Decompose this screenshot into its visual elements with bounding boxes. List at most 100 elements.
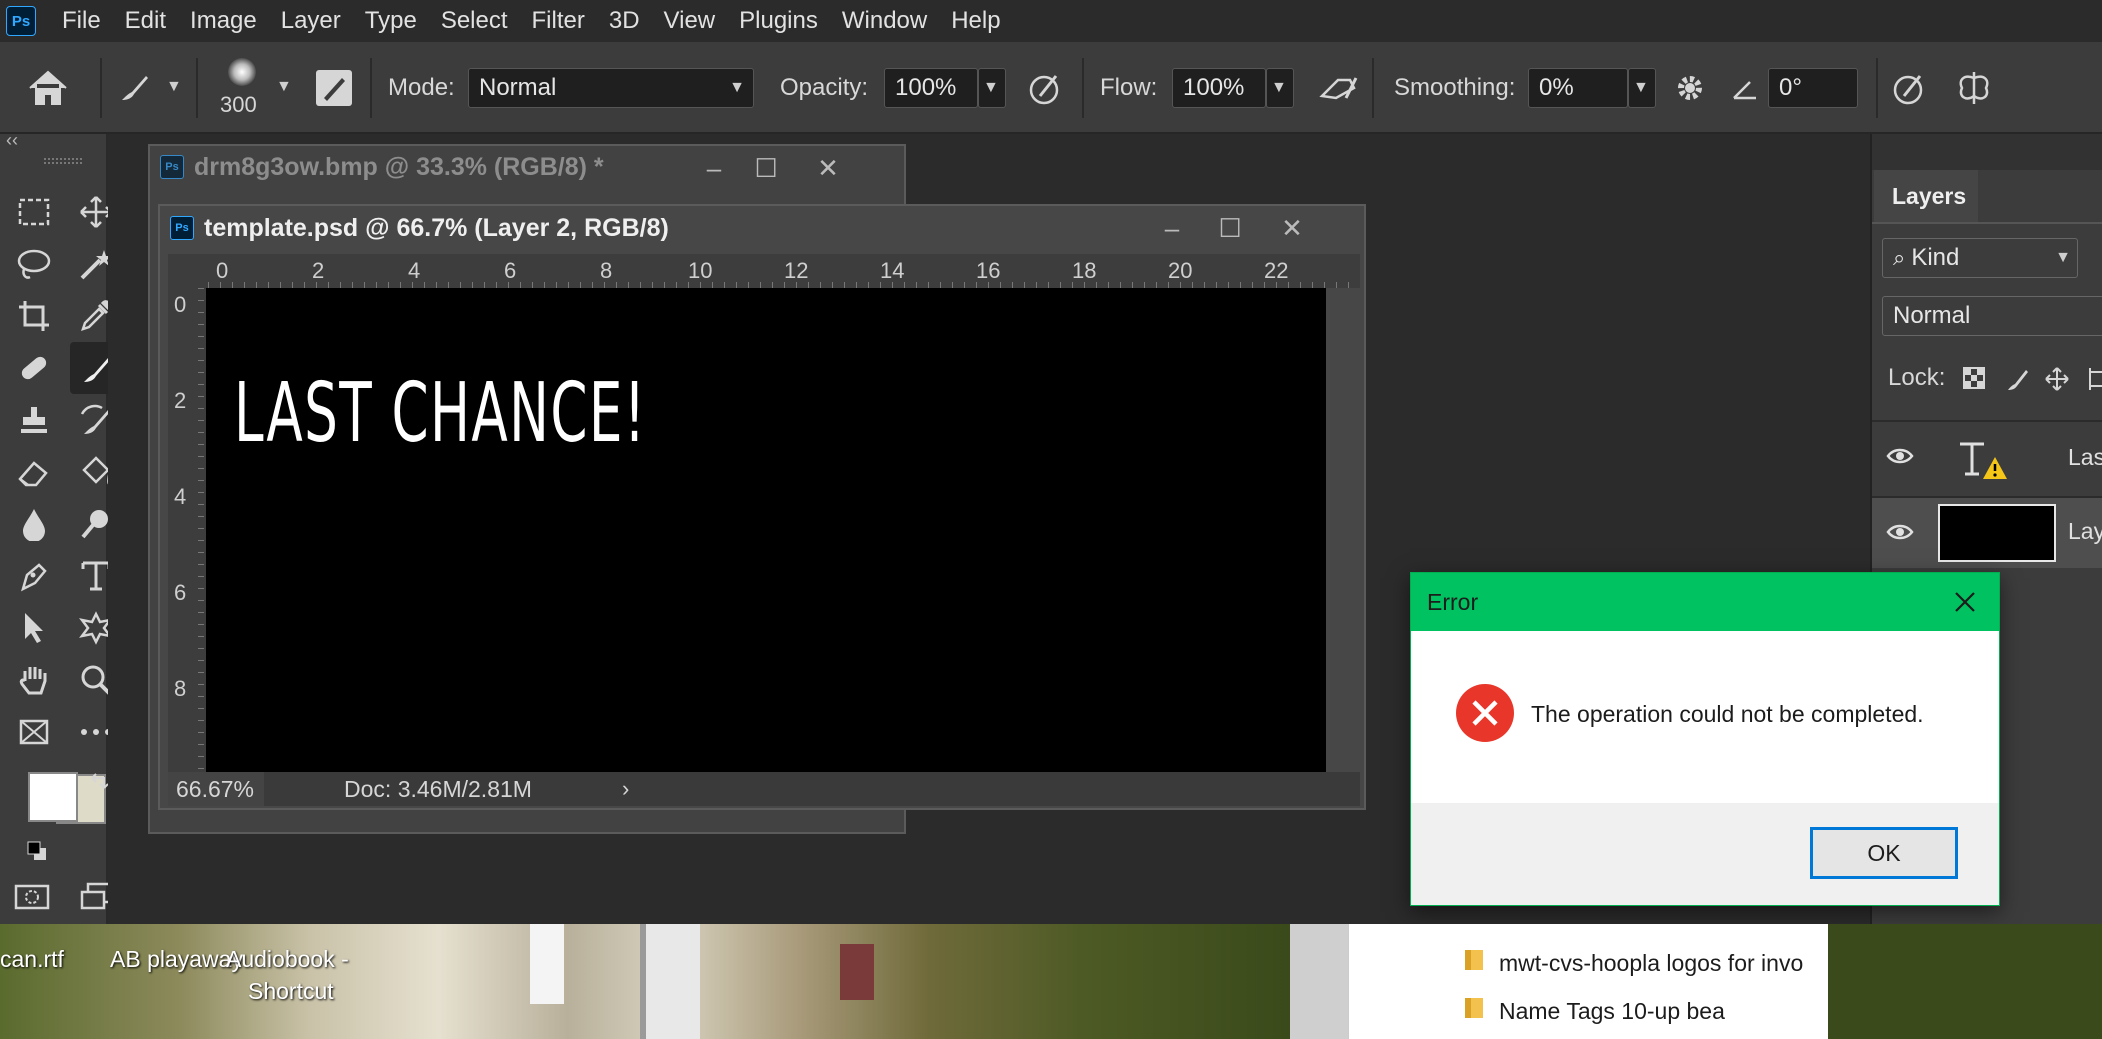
foreground-color-swatch[interactable]: [28, 772, 78, 822]
brush-settings-icon[interactable]: [316, 70, 352, 106]
menu-view[interactable]: View: [652, 7, 728, 35]
quick-mask-icon[interactable]: [14, 882, 50, 912]
desktop-wallpaper: [0, 924, 1290, 1039]
pressure-size-icon[interactable]: [1890, 68, 1930, 108]
menu-help[interactable]: Help: [939, 7, 1012, 35]
horizontal-ruler[interactable]: 0 2 4 6 8 10 12 14 16 18 20 22: [168, 254, 1360, 288]
menu-image[interactable]: Image: [178, 7, 269, 35]
eye-icon[interactable]: [1886, 446, 1914, 466]
brush-preset-icon[interactable]: [114, 68, 154, 108]
ruler-tick: 18: [1072, 258, 1097, 283]
ruler-tick: 6: [174, 580, 187, 605]
minimize-button[interactable]: –: [690, 152, 738, 184]
brush-tip-icon[interactable]: [228, 58, 256, 86]
layer-row-text[interactable]: Las: [1872, 422, 2102, 496]
menu-layer[interactable]: Layer: [269, 7, 353, 35]
layer-row-selected[interactable]: Lay: [1872, 498, 2102, 568]
opacity-dropdown[interactable]: ▼: [978, 68, 1006, 108]
lock-label: Lock:: [1888, 364, 1946, 391]
status-menu-arrow-icon[interactable]: ›: [622, 776, 629, 802]
folder-name[interactable]: Name Tags 10-up bea: [1499, 998, 1725, 1025]
folder-name[interactable]: mwt-cvs-hoopla logos for invo: [1499, 950, 1803, 977]
default-colors-icon[interactable]: [26, 840, 48, 862]
blur-tool-icon[interactable]: [12, 502, 56, 546]
eye-icon[interactable]: [1886, 522, 1914, 542]
angle-field[interactable]: 0°: [1768, 68, 1858, 108]
angle-icon: [1730, 74, 1760, 104]
crop-tool-icon[interactable]: [12, 294, 56, 338]
menu-file[interactable]: File: [50, 7, 113, 35]
ruler-tick: 8: [174, 676, 187, 701]
layer-thumbnail: [1938, 504, 2056, 562]
zoom-level[interactable]: 66.67%: [168, 772, 265, 806]
document-window-front[interactable]: Ps template.psd @ 66.7% (Layer 2, RGB/8)…: [158, 204, 1366, 810]
maximize-button[interactable]: ☐: [742, 152, 790, 184]
flow-dropdown[interactable]: ▼: [1266, 68, 1294, 108]
angle-value: 0°: [1779, 74, 1802, 101]
menu-edit[interactable]: Edit: [113, 7, 178, 35]
desktop-icon-label[interactable]: AB playaway: [110, 946, 243, 973]
home-icon[interactable]: [24, 66, 72, 110]
symmetry-icon[interactable]: [1952, 66, 1996, 110]
layer-filter-select[interactable]: ⌕ Kind ▼: [1882, 238, 2078, 278]
frame-tool-icon[interactable]: [12, 710, 56, 754]
close-button[interactable]: ✕: [804, 152, 852, 184]
desktop-icon-label[interactable]: can.rtf: [0, 946, 64, 973]
menu-select[interactable]: Select: [429, 7, 520, 35]
lock-pixels-icon[interactable]: [2004, 366, 2030, 392]
document-status-bar: 66.67% Doc: 3.46M/2.81M ›: [168, 772, 1360, 806]
maximize-button[interactable]: ☐: [1206, 212, 1254, 244]
dialog-titlebar[interactable]: Error: [1411, 573, 1999, 631]
lock-artboard-icon[interactable]: [2086, 366, 2102, 392]
wallpaper-window: [530, 924, 564, 1004]
photoshop-doc-icon: Ps: [160, 155, 184, 179]
marquee-tool-icon[interactable]: [12, 190, 56, 234]
desktop-icon-label[interactable]: Audiobook -: [226, 946, 349, 973]
wallpaper-window: [840, 944, 874, 1000]
opacity-field[interactable]: 100%: [884, 68, 978, 108]
collapse-icon[interactable]: ‹‹: [6, 130, 18, 151]
ruler-tick: 8: [600, 258, 613, 283]
warning-icon[interactable]: [1982, 456, 2008, 480]
healing-brush-tool-icon[interactable]: [12, 346, 56, 390]
ruler-tick: 22: [1264, 258, 1289, 283]
brush-size[interactable]: 300: [220, 92, 257, 118]
document-canvas[interactable]: LAST CHANCE!: [206, 288, 1326, 772]
desktop-background: can.rtf AB playaway Audiobook - Shortcut…: [0, 924, 2102, 1039]
gear-icon[interactable]: [1672, 70, 1708, 106]
flow-field[interactable]: 100%: [1172, 68, 1266, 108]
pen-tool-icon[interactable]: [12, 554, 56, 598]
lock-transparency-icon[interactable]: [1962, 366, 1986, 390]
chevron-down-icon[interactable]: ▼: [166, 78, 182, 96]
dialog-close-button[interactable]: [1945, 585, 1985, 619]
lasso-tool-icon[interactable]: [12, 242, 56, 286]
grip-handle[interactable]: [44, 158, 82, 164]
chevron-down-icon[interactable]: ▼: [276, 78, 292, 96]
chevron-down-icon: ▼: [729, 79, 745, 96]
menu-plugins[interactable]: Plugins: [727, 7, 830, 35]
smoothing-field[interactable]: 0%: [1528, 68, 1628, 108]
tab-layers[interactable]: Layers: [1874, 170, 1978, 222]
ok-button[interactable]: OK: [1810, 827, 1958, 879]
pressure-opacity-icon[interactable]: [1026, 68, 1066, 108]
minimize-button[interactable]: –: [1148, 212, 1196, 244]
menu-3d[interactable]: 3D: [597, 7, 652, 35]
vertical-ruler[interactable]: 0 2 4 6 8: [168, 288, 206, 772]
path-selection-tool-icon[interactable]: [12, 606, 56, 650]
close-button[interactable]: ✕: [1268, 212, 1316, 244]
blend-mode-select[interactable]: Normal: [1882, 296, 2102, 336]
desktop-wallpaper-right: [1828, 924, 2102, 1039]
desktop-icon-label[interactable]: Shortcut: [248, 978, 334, 1005]
mode-select[interactable]: Normal ▼: [468, 68, 754, 108]
clone-stamp-tool-icon[interactable]: [12, 398, 56, 442]
menu-filter[interactable]: Filter: [520, 7, 597, 35]
hand-tool-icon[interactable]: [12, 658, 56, 702]
smoothing-dropdown[interactable]: ▼: [1628, 68, 1656, 108]
eraser-tool-icon[interactable]: [12, 450, 56, 494]
airbrush-icon[interactable]: [1316, 68, 1360, 108]
menu-type[interactable]: Type: [353, 7, 429, 35]
menu-window[interactable]: Window: [830, 7, 939, 35]
swap-colors-icon[interactable]: [88, 770, 110, 792]
lock-position-icon[interactable]: [2044, 366, 2070, 392]
document-titlebar[interactable]: Ps drm8g3ow.bmp @ 33.3% (RGB/8) *: [150, 146, 904, 188]
